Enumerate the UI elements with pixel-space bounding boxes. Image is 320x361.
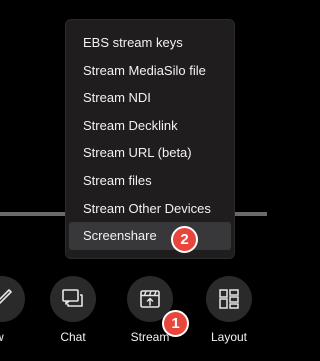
chat-button[interactable]: Chat (48, 276, 98, 344)
menu-item-screenshare[interactable]: Screenshare (69, 222, 231, 250)
menu-item-stream-files[interactable]: Stream files (69, 167, 231, 195)
menu-item-stream-url[interactable]: Stream URL (beta) (69, 139, 231, 167)
step-badge-2: 2 (171, 226, 198, 253)
menu-item-stream-decklink[interactable]: Stream Decklink (69, 112, 231, 140)
pencil-icon (0, 289, 12, 305)
menu-item-stream-other-devices[interactable]: Stream Other Devices (69, 195, 231, 223)
menu-item-stream-ndi[interactable]: Stream NDI (69, 84, 231, 112)
layout-grid-icon (219, 289, 239, 309)
menu-item-ebs-stream-keys[interactable]: EBS stream keys (69, 29, 231, 57)
stream-menu: EBS stream keys Stream MediaSilo file St… (65, 19, 235, 259)
menu-item-stream-mediasilo-file[interactable]: Stream MediaSilo file (69, 57, 231, 85)
layout-label: Layout (210, 330, 248, 344)
toolbar-button-partial[interactable]: w (0, 276, 27, 344)
layout-button[interactable]: Layout (204, 276, 254, 344)
stream-upload-icon (140, 290, 160, 308)
toolbar-label-partial: w (0, 330, 27, 344)
chat-bubble-icon (62, 289, 83, 307)
step-badge-1: 1 (162, 310, 189, 337)
chat-label: Chat (60, 330, 86, 344)
